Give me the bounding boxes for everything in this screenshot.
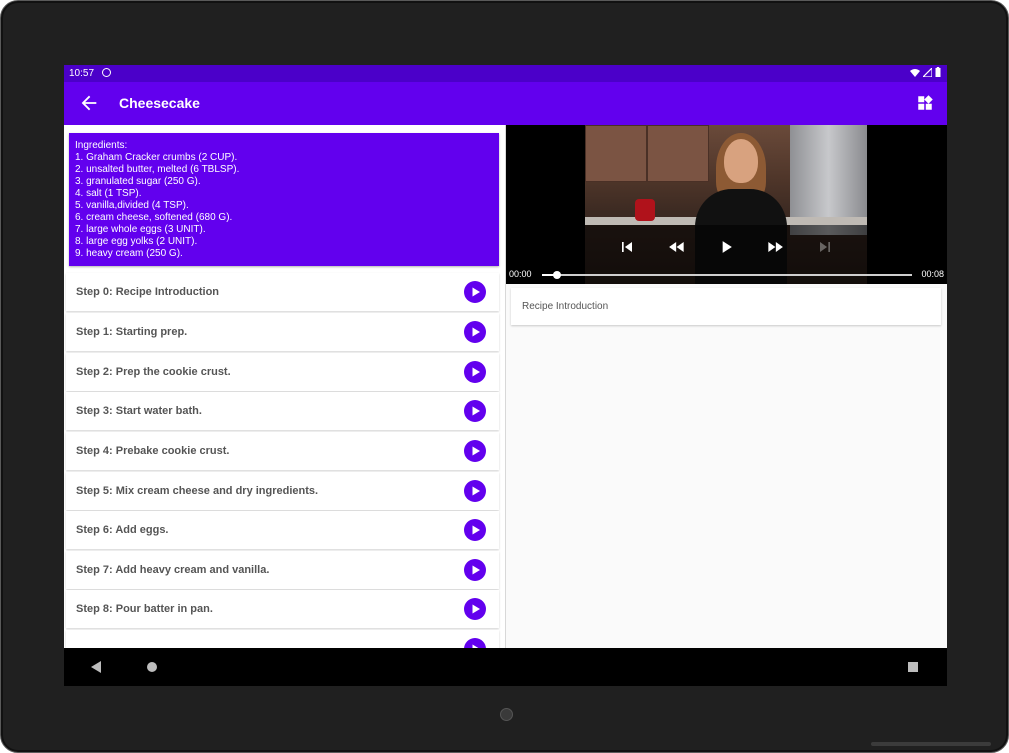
step-item-5[interactable]: Step 5: Mix cream cheese and dry ingredi…	[66, 472, 499, 510]
notification-icon	[102, 68, 111, 77]
play-step-button[interactable]	[464, 440, 486, 462]
step-label: Step 1: Starting prep.	[76, 326, 188, 338]
play-step-button[interactable]	[464, 598, 486, 620]
battery-icon	[935, 67, 941, 77]
step-description: Recipe Introduction	[522, 301, 609, 312]
skip-previous-icon[interactable]	[617, 237, 637, 257]
status-bar: 10:57	[64, 65, 947, 82]
nav-back-icon[interactable]	[89, 660, 103, 674]
app-bar: Cheesecake	[64, 82, 947, 125]
step-label: Step 5: Mix cream cheese and dry ingredi…	[76, 485, 319, 497]
step-item-3[interactable]: Step 3: Start water bath.	[66, 392, 499, 430]
play-step-button[interactable]	[464, 281, 486, 303]
step-description-card: Recipe Introduction	[511, 288, 941, 325]
widgets-icon[interactable]	[916, 94, 934, 112]
playback-position: 00:00	[509, 269, 532, 279]
step-item-8[interactable]: Step 8: Pour batter in pan.	[66, 590, 499, 628]
wifi-icon	[910, 68, 920, 77]
step-label: Step 4: Prebake cookie crust.	[76, 445, 230, 457]
play-step-button[interactable]	[464, 559, 486, 581]
step-label: Step 8: Pour batter in pan.	[76, 603, 213, 615]
seek-bar[interactable]	[542, 271, 912, 279]
ingredient-item: 7. large whole eggs (3 UNIT).	[75, 224, 206, 235]
play-icon	[472, 287, 480, 297]
presenter-image	[724, 139, 758, 183]
ingredients-card: Ingredients: 1. Graham Cracker crumbs (2…	[69, 133, 499, 266]
skip-next-icon[interactable]	[815, 237, 835, 257]
step-item-7[interactable]: Step 7: Add heavy cream and vanilla.	[66, 551, 499, 589]
step-label: Step 0: Recipe Introduction	[76, 286, 220, 298]
front-camera	[500, 708, 513, 721]
step-item-4[interactable]: Step 4: Prebake cookie crust.	[66, 432, 499, 470]
step-detail-pane: 00:00 00:08 Recipe Introduction	[506, 125, 947, 686]
play-icon	[472, 565, 480, 575]
play-icon	[472, 446, 480, 456]
ingredient-item: 4. salt (1 TSP).	[75, 188, 142, 199]
nav-home-icon[interactable]	[145, 660, 159, 674]
ingredient-item: 5. vanilla,divided (4 TSP).	[75, 200, 189, 211]
play-icon	[472, 486, 480, 496]
step-label: Step 3: Start water bath.	[76, 405, 202, 417]
rewind-icon[interactable]	[667, 237, 687, 257]
play-icon	[472, 525, 480, 535]
status-icons	[910, 67, 941, 77]
stand-mixer-image	[635, 199, 655, 221]
play-step-button[interactable]	[464, 480, 486, 502]
play-step-button[interactable]	[464, 321, 486, 343]
step-item-0[interactable]: Step 0: Recipe Introduction	[66, 273, 499, 311]
nav-recents-icon[interactable]	[906, 660, 920, 674]
play-icon	[472, 327, 480, 337]
page-title: Cheesecake	[119, 95, 200, 111]
playback-duration: 00:08	[921, 269, 944, 279]
step-item-6[interactable]: Step 6: Add eggs.	[66, 511, 499, 549]
ingredient-item: 1. Graham Cracker crumbs (2 CUP).	[75, 152, 238, 163]
play-icon	[472, 406, 480, 416]
play-icon	[472, 367, 480, 377]
ingredient-item: 3. granulated sugar (250 G).	[75, 176, 201, 187]
arrow-back-icon[interactable]	[78, 92, 100, 114]
fast-forward-icon[interactable]	[765, 237, 785, 257]
status-time: 10:57	[69, 68, 95, 79]
speaker-grille	[871, 742, 991, 746]
play-step-button[interactable]	[464, 400, 486, 422]
play-icon[interactable]	[716, 237, 736, 257]
recipe-steps-pane[interactable]: Ingredients: 1. Graham Cracker crumbs (2…	[64, 125, 505, 686]
video-player[interactable]: 00:00 00:08	[506, 125, 947, 284]
play-step-button[interactable]	[464, 519, 486, 541]
ingredient-item: 2. unsalted butter, melted (6 TBLSP).	[75, 164, 240, 175]
step-item-2[interactable]: Step 2: Prep the cookie crust.	[66, 353, 499, 391]
ingredient-item: 8. large egg yolks (2 UNIT).	[75, 236, 198, 247]
play-icon	[472, 604, 480, 614]
player-controls: 00:00 00:08	[506, 225, 947, 284]
step-label: Step 2: Prep the cookie crust.	[76, 366, 231, 378]
device-screen: 10:57 Cheesecake Ingredients: 1. Graham …	[64, 65, 947, 686]
ingredients-heading: Ingredients:	[75, 140, 128, 151]
step-label: Step 6: Add eggs.	[76, 524, 169, 536]
step-label: Step 7: Add heavy cream and vanilla.	[76, 564, 270, 576]
play-step-button[interactable]	[464, 361, 486, 383]
tablet-frame: 10:57 Cheesecake Ingredients: 1. Graham …	[0, 0, 1009, 753]
step-item-1[interactable]: Step 1: Starting prep.	[66, 313, 499, 351]
signal-icon	[923, 67, 932, 77]
seek-thumb[interactable]	[552, 271, 561, 279]
ingredient-item: 6. cream cheese, softened (680 G).	[75, 212, 233, 223]
navigation-bar	[64, 648, 947, 686]
ingredient-item: 9. heavy cream (250 G).	[75, 248, 183, 259]
